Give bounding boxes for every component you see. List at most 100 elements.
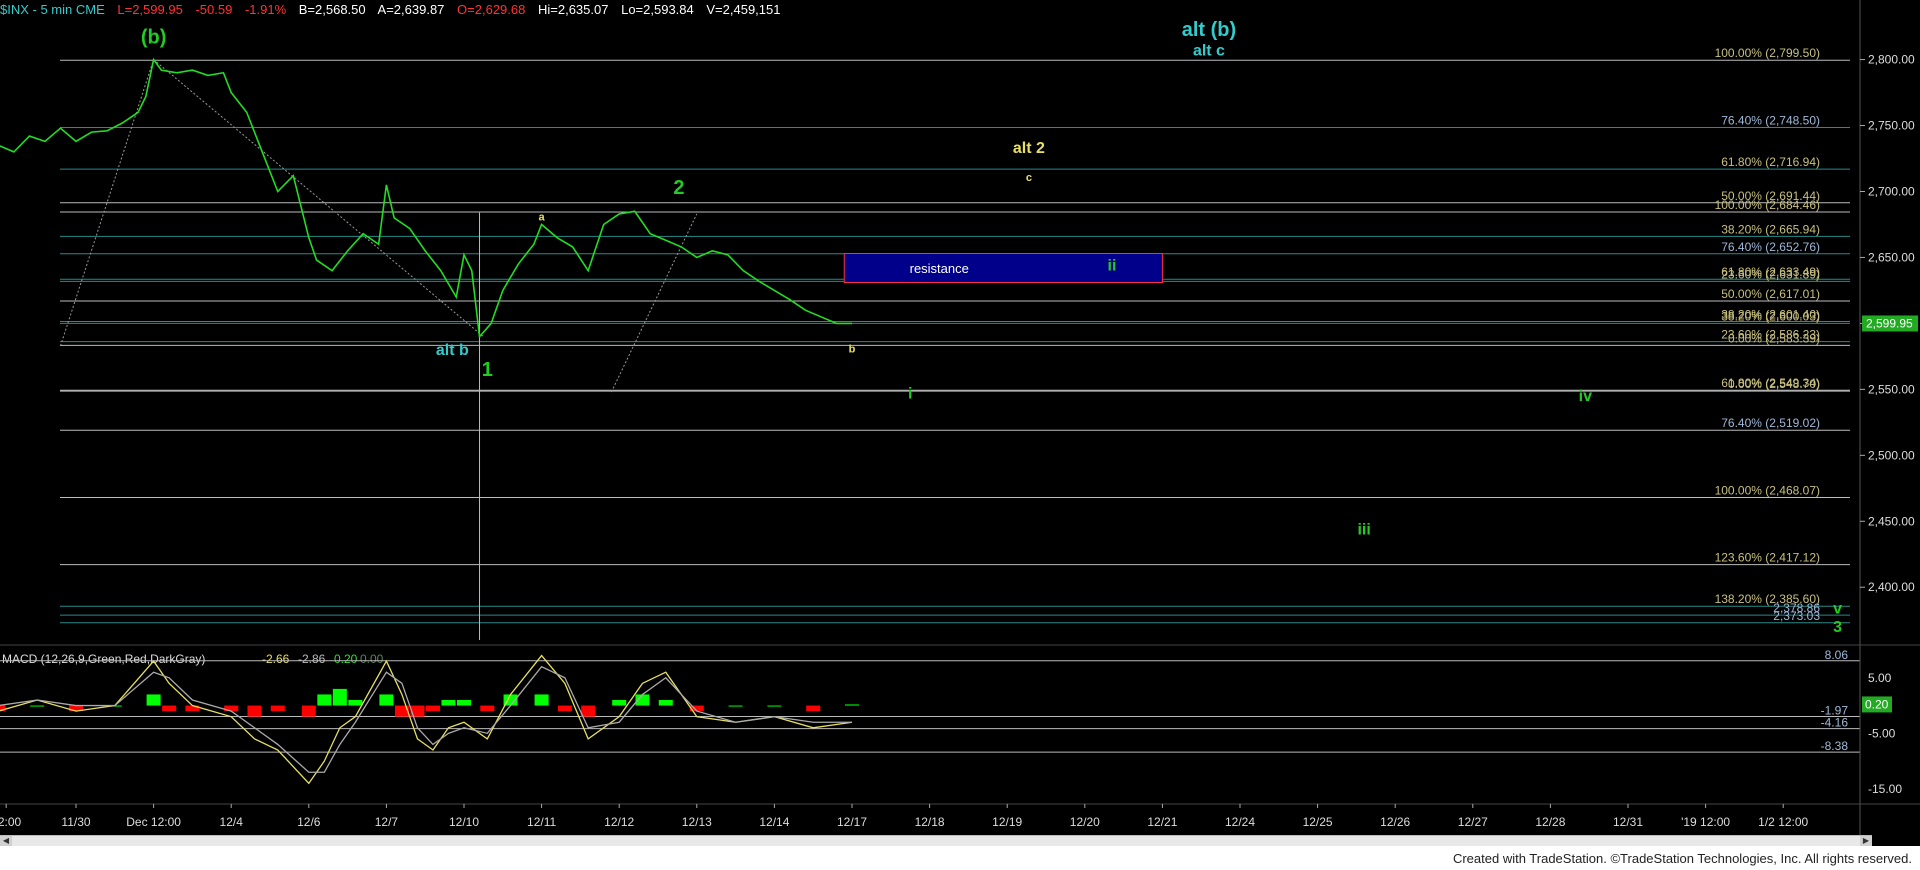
y-tick-label: 2,650.00	[1868, 250, 1915, 264]
fib-label: 76.40% (2,519.02)	[1721, 416, 1820, 430]
net-change: -50.59	[195, 2, 233, 17]
y-tick-label: 2,500.00	[1868, 448, 1915, 462]
header-bar: $INX - 5 min CME L=2,599.95 -50.59 -1.91…	[0, 0, 789, 20]
scroll-right-icon[interactable]: ▶	[1860, 836, 1872, 846]
fib-label: 100.00% (2,468.07)	[1715, 483, 1820, 497]
footer-credit: Created with TradeStation. ©TradeStation…	[1452, 851, 1912, 866]
wave-label: 1	[482, 359, 493, 381]
macd-histogram-bar	[728, 705, 743, 707]
y-tick-label: 2,400.00	[1868, 580, 1915, 594]
fib-label: 38.20% (2,665.94)	[1721, 222, 1820, 236]
macd-histogram-bar	[806, 705, 821, 712]
macd-value: -2.66	[262, 652, 290, 666]
resistance-label: resistance	[910, 261, 969, 276]
high-price: Hi=2,635.07	[537, 2, 609, 17]
macd-histogram-bar	[612, 700, 627, 706]
wave-label: b	[849, 343, 856, 355]
fib-label: 100.00% (2,799.50)	[1715, 46, 1820, 60]
macd-level-label: -4.16	[1821, 716, 1849, 730]
macd-histogram-bar	[845, 704, 859, 706]
last-price-label: 2,599.95	[1866, 316, 1913, 330]
wave-label: alt c	[1193, 43, 1225, 60]
volume: V=2,459,151	[706, 2, 781, 17]
macd-histogram-bar	[379, 694, 394, 706]
x-tick-label: 12:00	[0, 815, 21, 829]
x-tick-label: 12/18	[915, 815, 945, 829]
wave-label: v	[1833, 601, 1842, 618]
fib-label: 0.00% (2,548.70)	[1728, 377, 1820, 391]
macd-last-label: 0.20	[1865, 697, 1889, 711]
fib-label: 76.40% (2,652.76)	[1721, 240, 1820, 254]
x-tick-label: 12/19	[992, 815, 1022, 829]
fib-label: 100.00% (2,684.46)	[1715, 198, 1820, 212]
x-tick-label: '19 12:00	[1681, 815, 1730, 829]
open-price: O=2,629.68	[457, 2, 526, 17]
macd-diff-value: 0.20	[334, 652, 358, 666]
macd-histogram-bar	[301, 705, 316, 717]
tradestation-chart: 100.00% (2,799.50) 76.40% (2,748.50) 61.80…	[0, 0, 1920, 870]
wave-label: a	[539, 212, 546, 224]
x-tick-label: 12/24	[1225, 815, 1255, 829]
macd-histogram-bar	[457, 700, 471, 706]
wave-label: ii	[1108, 258, 1117, 275]
wave-label: alt 2	[1013, 140, 1045, 157]
x-tick-label: 12/11	[527, 815, 556, 829]
time-scrollbar[interactable]: ◀ ▶	[0, 835, 1872, 846]
x-tick-label: 12/13	[682, 815, 712, 829]
y-tick-label: 2,750.00	[1868, 119, 1915, 133]
macd-level-label: 8.06	[1825, 648, 1849, 662]
pct-change: -1.91%	[244, 2, 287, 17]
macd-level-label: -8.38	[1821, 739, 1849, 753]
macd-histogram-bar	[247, 705, 262, 717]
last-price: L=2,599.95	[117, 2, 183, 17]
wave-label: iv	[1579, 388, 1592, 405]
x-tick-label: 12/28	[1535, 815, 1565, 829]
fib-label: 0.00% (2,583.39)	[1728, 331, 1820, 345]
macd-signal-value: -2.86	[298, 652, 326, 666]
x-tick-label: 12/4	[220, 815, 244, 829]
ask-price: A=2,639.87	[377, 2, 445, 17]
wave-label: 3	[1833, 619, 1842, 636]
macd-histogram-bar	[425, 705, 440, 712]
x-tick-label: 12/10	[449, 815, 479, 829]
macd-histogram-bar	[146, 694, 161, 706]
macd-histogram-bar	[270, 705, 285, 712]
macd-histogram-bar	[162, 705, 177, 712]
x-tick-label: 12/25	[1303, 815, 1333, 829]
fib-label: 76.40% (2,748.50)	[1721, 114, 1820, 128]
macd-histogram-bar	[581, 705, 596, 717]
macd-y-tick-label: -5.00	[1868, 726, 1896, 740]
x-tick-label: 12/17	[837, 815, 867, 829]
x-tick-label: 12/26	[1380, 815, 1410, 829]
fib-label: 123.60% (2,417.12)	[1715, 551, 1820, 565]
macd-histogram-bar	[317, 694, 332, 706]
x-tick-label: 12/12	[604, 815, 634, 829]
macd-histogram-bar	[534, 694, 549, 706]
fib-label: 38.20% (2,600.03)	[1721, 309, 1820, 323]
fib-label: 61.80% (2,716.94)	[1721, 155, 1820, 169]
y-tick-label: 2,550.00	[1868, 382, 1915, 396]
macd-histogram-bar	[480, 705, 495, 712]
scroll-left-icon[interactable]: ◀	[0, 836, 12, 846]
macd-y-tick-label: -15.00	[1868, 782, 1902, 796]
x-tick-label: 1/2 12:00	[1758, 815, 1808, 829]
fib-label: 2,373.03	[1773, 609, 1820, 623]
x-tick-label: 12/14	[759, 815, 789, 829]
x-tick-label: 12/31	[1613, 815, 1643, 829]
x-tick-label: 11/30	[61, 815, 90, 829]
y-tick-label: 2,700.00	[1868, 184, 1915, 198]
chart-background	[0, 0, 1920, 870]
y-tick-label: 2,450.00	[1868, 514, 1915, 528]
macd-histogram-bar	[332, 688, 347, 706]
macd-histogram-bar	[557, 705, 572, 712]
y-tick-label: 2,800.00	[1868, 53, 1915, 67]
macd-histogram-bar	[30, 705, 45, 707]
macd-histogram-bar	[441, 700, 456, 706]
symbol-label: $INX - 5 min CME	[0, 2, 105, 17]
wave-label: alt (b)	[1182, 19, 1236, 41]
x-tick-label: Dec 12:00	[126, 815, 181, 829]
wave-label: iii	[1357, 521, 1370, 538]
macd-histogram-bar	[348, 700, 363, 706]
x-tick-label: 12/27	[1458, 815, 1488, 829]
fib-label: 50.00% (2,617.01)	[1721, 287, 1820, 301]
